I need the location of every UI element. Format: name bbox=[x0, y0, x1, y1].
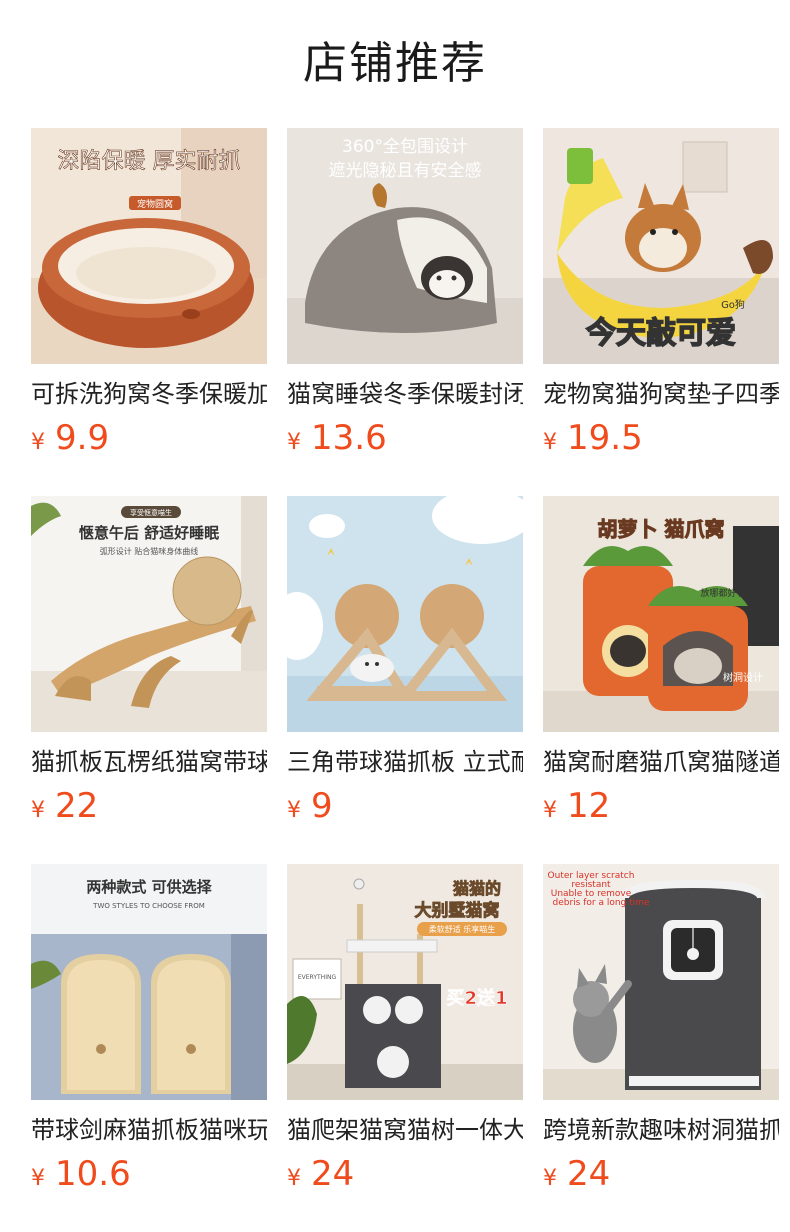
image-subheadline: 柔软舒适 乐享喵生 bbox=[429, 924, 496, 934]
product-price: ¥ 24 bbox=[543, 1154, 779, 1194]
image-subheadline: 遮光隐秘且有安全感 bbox=[329, 161, 482, 181]
store-recommendations-page: 店铺推荐 宠物圆窝 深陷保暖 厚实耐抓 可拆洗狗窝冬季保暖加 ¥ 9.9 360… bbox=[0, 0, 790, 1232]
image-promo: 买2送1 bbox=[446, 987, 507, 1009]
product-price: ¥ 13.6 bbox=[287, 418, 523, 458]
image-tag: 树洞设计 bbox=[723, 671, 763, 684]
product-image[interactable]: 今天敲可爱 Go狗 bbox=[543, 128, 779, 364]
price-value: 9.9 bbox=[55, 418, 110, 458]
currency-symbol: ¥ bbox=[543, 1166, 557, 1191]
product-name[interactable]: 宠物窝猫狗窝垫子四季通用 bbox=[543, 378, 779, 410]
product-card[interactable]: 宠物圆窝 深陷保暖 厚实耐抓 可拆洗狗窝冬季保暖加厚宠物窝 ¥ 9.9 bbox=[31, 128, 267, 458]
product-image[interactable]: 胡萝卜 猫爪窝 放哪都好看 树洞设计 bbox=[543, 496, 779, 732]
product-price: ¥ 24 bbox=[287, 1154, 523, 1194]
product-price: ¥ 22 bbox=[31, 786, 267, 826]
image-subheadline: 弧形设计 贴合猫咪身体曲线 bbox=[100, 546, 199, 556]
currency-symbol: ¥ bbox=[31, 1166, 45, 1191]
image-headline: 今天敲可爱 bbox=[586, 316, 736, 351]
price-value: 24 bbox=[567, 1154, 611, 1194]
product-name[interactable]: 猫窝耐磨猫爪窝猫隧道 bbox=[543, 746, 779, 778]
product-name[interactable]: 三角带球猫抓板 立式耐磨 bbox=[287, 746, 523, 778]
image-caption-4: debris for a long time bbox=[553, 898, 650, 908]
image-headline: 猫猫的 bbox=[453, 879, 501, 898]
product-price: ¥ 10.6 bbox=[31, 1154, 267, 1194]
image-headline: 深陷保暖 厚实耐抓 bbox=[58, 149, 241, 174]
product-image[interactable]: 两种款式 可供选择 TWO STYLES TO CHOOSE FROM bbox=[31, 864, 267, 1100]
product-image[interactable]: 360°全包围设计 遮光隐秘且有安全感 bbox=[287, 128, 523, 364]
product-image[interactable] bbox=[287, 496, 523, 732]
price-value: 22 bbox=[55, 786, 99, 826]
currency-symbol: ¥ bbox=[287, 430, 301, 455]
product-card[interactable]: 胡萝卜 猫爪窝 放哪都好看 树洞设计 猫窝耐磨猫爪窝猫隧道 ¥ 12 bbox=[543, 496, 779, 826]
product-card[interactable]: 两种款式 可供选择 TWO STYLES TO CHOOSE FROM 带球剑麻… bbox=[31, 864, 267, 1194]
image-headline: 惬意午后 舒适好睡眠 bbox=[79, 524, 219, 542]
image-headline: 两种款式 可供选择 bbox=[86, 878, 212, 896]
product-price: ¥ 9.9 bbox=[31, 418, 267, 458]
product-name[interactable]: 带球剑麻猫抓板猫咪玩具 bbox=[31, 1114, 267, 1146]
currency-symbol: ¥ bbox=[31, 798, 45, 823]
currency-symbol: ¥ bbox=[287, 798, 301, 823]
product-price: ¥ 12 bbox=[543, 786, 779, 826]
image-headline-2: 大别墅猫窝 bbox=[415, 900, 500, 921]
price-value: 12 bbox=[567, 786, 611, 826]
product-image[interactable]: 宠物圆窝 深陷保暖 厚实耐抓 bbox=[31, 128, 267, 364]
product-image[interactable]: EVERYTHING 猫猫的 大别墅猫窝 柔软舒适 乐享喵生 买2送1 bbox=[287, 864, 523, 1100]
product-card[interactable]: 享受惬意喵生 惬意午后 舒适好睡眠 弧形设计 贴合猫咪身体曲线 猫抓板瓦楞纸猫窝… bbox=[31, 496, 267, 826]
product-card[interactable]: Outer layer scratch resistant Unable to … bbox=[543, 864, 779, 1194]
image-tag: 放哪都好看 bbox=[700, 587, 745, 599]
price-value: 10.6 bbox=[55, 1154, 131, 1194]
product-name[interactable]: 猫爬架猫窝猫树一体大型 bbox=[287, 1114, 523, 1146]
price-value: 19.5 bbox=[567, 418, 643, 458]
product-card[interactable]: 360°全包围设计 遮光隐秘且有安全感 猫窝睡袋冬季保暖封闭式猫窝 ¥ 13.6 bbox=[287, 128, 523, 458]
image-tag: Go狗 bbox=[721, 298, 745, 311]
product-name[interactable]: 猫窝睡袋冬季保暖封闭式猫窝 bbox=[287, 378, 523, 410]
price-value: 13.6 bbox=[311, 418, 387, 458]
product-price: ¥ 19.5 bbox=[543, 418, 779, 458]
product-image[interactable]: 享受惬意喵生 惬意午后 舒适好睡眠 弧形设计 贴合猫咪身体曲线 bbox=[31, 496, 267, 732]
currency-symbol: ¥ bbox=[287, 1166, 301, 1191]
product-price: ¥ 9 bbox=[287, 786, 523, 826]
product-image[interactable]: Outer layer scratch resistant Unable to … bbox=[543, 864, 779, 1100]
image-poster-text: EVERYTHING bbox=[298, 974, 337, 981]
price-value: 24 bbox=[311, 1154, 355, 1194]
image-subheadline: TWO STYLES TO CHOOSE FROM bbox=[92, 902, 205, 910]
section-title: 店铺推荐 bbox=[303, 38, 487, 89]
product-name[interactable]: 跨境新款趣味树洞猫抓柱 bbox=[543, 1114, 779, 1146]
image-sublabel: 宠物圆窝 bbox=[137, 198, 173, 210]
currency-symbol: ¥ bbox=[31, 430, 45, 455]
price-value: 9 bbox=[311, 786, 333, 826]
image-headline: 360°全包围设计 bbox=[342, 137, 468, 157]
product-card[interactable]: EVERYTHING 猫猫的 大别墅猫窝 柔软舒适 乐享喵生 买2送1 猫爬架猫… bbox=[287, 864, 523, 1194]
product-name[interactable]: 猫抓板瓦楞纸猫窝带球耐磨 bbox=[31, 746, 267, 778]
product-card[interactable]: 今天敲可爱 Go狗 宠物窝猫狗窝垫子四季通用 ¥ 19.5 bbox=[543, 128, 779, 458]
currency-symbol: ¥ bbox=[543, 798, 557, 823]
image-headline: 胡萝卜 猫爪窝 bbox=[598, 517, 725, 541]
product-grid: 宠物圆窝 深陷保暖 厚实耐抓 可拆洗狗窝冬季保暖加厚宠物窝 ¥ 9.9 bbox=[31, 128, 779, 1194]
image-badge: 享受惬意喵生 bbox=[130, 508, 172, 517]
product-name[interactable]: 可拆洗狗窝冬季保暖加厚宠物窝 bbox=[31, 378, 267, 410]
product-card[interactable]: 三角带球猫抓板 立式耐磨 ¥ 9 bbox=[287, 496, 523, 826]
currency-symbol: ¥ bbox=[543, 430, 557, 455]
